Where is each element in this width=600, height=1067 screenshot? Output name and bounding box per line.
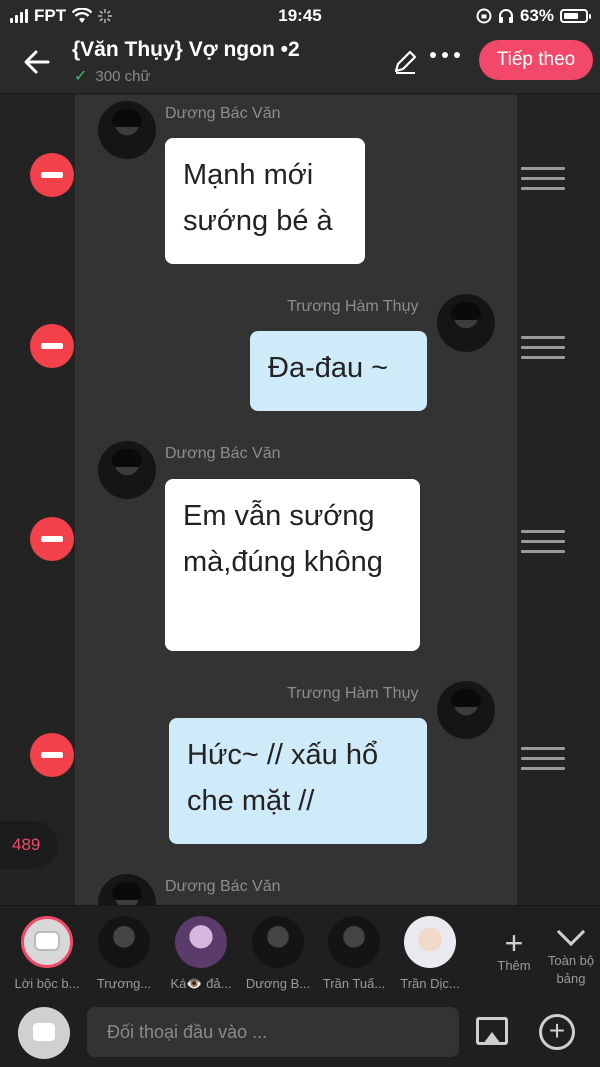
character-label: Ká👁️ đả... (170, 976, 232, 991)
sender-name: Dương Bác Văn (165, 878, 281, 895)
pencil-icon[interactable] (390, 47, 420, 77)
avatar (437, 294, 495, 352)
avatar (98, 441, 156, 499)
delete-message-button[interactable] (30, 324, 74, 368)
delete-message-button[interactable] (30, 733, 74, 777)
battery-icon (560, 9, 591, 23)
next-button[interactable]: Tiếp theo (479, 40, 593, 80)
avatar (98, 101, 156, 159)
image-icon[interactable] (476, 1017, 508, 1045)
character-label: Lời bộc b... (14, 976, 80, 991)
character-label: Trần Dịc... (400, 976, 460, 991)
sender-name: Trương Hàm Thụy (287, 685, 419, 702)
sender-name: Trương Hàm Thụy (287, 298, 419, 315)
message-bubble[interactable]: Em vẫn sướng mà,đúng không (165, 479, 420, 651)
check-icon: ✓ (74, 68, 88, 85)
avatar (175, 916, 227, 968)
character-label: Trương... (96, 976, 152, 991)
avatar (328, 916, 380, 968)
back-arrow-icon[interactable] (18, 44, 58, 80)
message-bubble[interactable]: Hức~ // xấu hổ che mặt // (169, 718, 427, 844)
word-count: 300 chữ (95, 67, 151, 85)
character-narrator[interactable]: Lời bộc b... (11, 916, 83, 991)
character-item[interactable]: Trần Tuấ... (318, 916, 390, 991)
character-bar: Lời bộc b... Trương... Ká👁️ đả... Dương … (0, 905, 600, 997)
show-all-button[interactable]: Toàn bộ bảng (544, 917, 598, 988)
story-title: {Văn Thụy} Vợ ngon •2 (72, 38, 300, 61)
avatar (98, 916, 150, 968)
character-label: Dương B... (245, 976, 311, 991)
battery-percent: 63% (519, 6, 554, 25)
headphones-icon (498, 9, 513, 23)
avatar (252, 916, 304, 968)
add-character-button[interactable]: + Thêm (492, 925, 536, 973)
counter-badge[interactable]: 489 (0, 821, 58, 869)
message-bubble[interactable]: Mạnh mới sướng bé à (165, 138, 365, 264)
delete-message-button[interactable] (30, 517, 74, 561)
narrator-icon (21, 916, 73, 968)
status-bar: FPT 19:45 63% (0, 0, 600, 32)
avatar (437, 681, 495, 739)
drag-handle[interactable] (521, 167, 565, 191)
drag-handle[interactable] (521, 336, 565, 360)
add-plus-icon[interactable]: + (539, 1014, 575, 1050)
character-item[interactable]: Trương... (88, 916, 160, 991)
sender-name: Dương Bác Văn (165, 105, 281, 122)
add-label: Thêm (497, 958, 531, 973)
input-bar: + (0, 997, 600, 1067)
plus-icon: + (504, 925, 524, 961)
delete-message-button[interactable] (30, 153, 74, 197)
orientation-lock-icon (476, 8, 492, 24)
chat-area: Dương Bác Văn Mạnh mới sướng bé à Trương… (0, 95, 600, 905)
word-count-row: ✓ 300 chữ (74, 66, 150, 86)
show-all-label: Toàn bộ bảng (547, 953, 595, 986)
message-bubble[interactable]: Đa-đau ~ (250, 331, 427, 411)
dialogue-input[interactable] (87, 1007, 459, 1057)
drag-handle[interactable] (521, 530, 565, 554)
chevron-down-icon (556, 917, 586, 947)
character-item[interactable]: Trần Dịc... (394, 916, 466, 991)
character-item[interactable]: Ká👁️ đả... (165, 916, 237, 992)
more-options-icon[interactable] (430, 52, 460, 58)
editor-header: {Văn Thụy} Vợ ngon •2 ✓ 300 chữ Tiếp the… (0, 32, 600, 94)
character-label: Trần Tuấ... (322, 976, 386, 991)
avatar (404, 916, 456, 968)
drag-handle[interactable] (521, 747, 565, 771)
character-item[interactable]: Dương B... (242, 916, 314, 991)
sender-name: Dương Bác Văn (165, 445, 281, 462)
narration-toggle-button[interactable] (18, 1007, 70, 1059)
